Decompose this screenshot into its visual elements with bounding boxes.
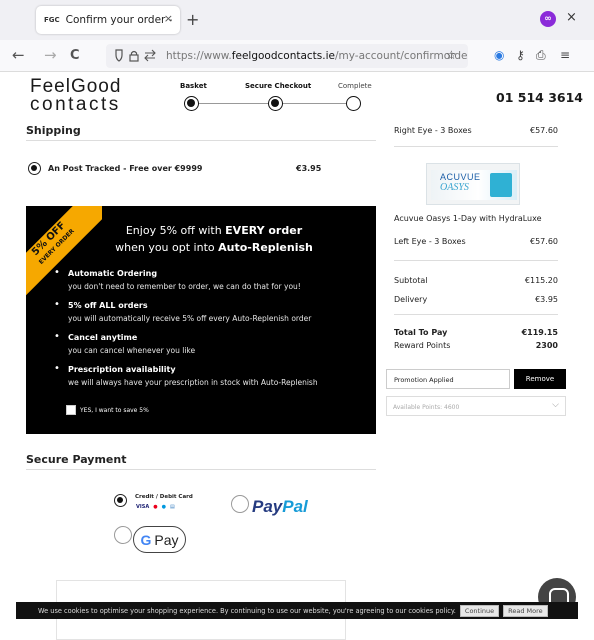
total-row: Total To Pay €119.15 xyxy=(394,328,558,337)
delivery-row: Delivery €3.95 xyxy=(394,295,558,304)
visa-icon: VISA xyxy=(136,504,150,510)
divider xyxy=(26,469,376,470)
benefits-list: Automatic Orderingyou don't need to reme… xyxy=(54,267,369,396)
extension-icon[interactable]: ∞ xyxy=(540,11,556,27)
site-header: FeelGood contacts Basket Secure Checkout… xyxy=(0,72,594,124)
paypal-radio[interactable] xyxy=(231,495,249,513)
url-bar[interactable]: https://www. feelgoodcontacts.ie/my-accou… xyxy=(106,44,468,68)
list-item: Prescription availabilitywe will always … xyxy=(54,363,369,389)
divider xyxy=(394,314,558,315)
optin-checkbox[interactable] xyxy=(66,405,76,415)
reward-points-row: Reward Points 2300 xyxy=(394,341,558,350)
product-image: ACUVUE OASYS xyxy=(426,163,520,205)
remove-promo-button[interactable]: Remove xyxy=(514,369,566,389)
shipping-option[interactable]: An Post Tracked - Free over €9999 €3.95 xyxy=(28,162,348,176)
share-icon[interactable]: ⎙ xyxy=(536,48,546,63)
product-name: Acuvue Oasys 1-Day with HydraLuxe xyxy=(394,214,542,223)
cookie-read-more-button[interactable]: Read More xyxy=(503,604,548,617)
shield-lock-icon[interactable] xyxy=(114,49,160,65)
right-eye-row: Right Eye - 3 Boxes €57.60 xyxy=(394,126,558,135)
window-close-icon[interactable]: × xyxy=(566,10,577,25)
url-scheme: https://www. xyxy=(166,50,232,62)
optin-label: YES, I want to save 5% xyxy=(80,406,149,414)
divider xyxy=(394,260,558,261)
auto-replenish-optin[interactable]: YES, I want to save 5% xyxy=(66,405,149,415)
checkout-progress: Basket Secure Checkout Complete xyxy=(168,80,388,124)
shipping-option-label: An Post Tracked - Free over €9999 xyxy=(48,164,203,173)
mastercard-icon: ● xyxy=(153,504,158,510)
site-favicon-icon: FGC xyxy=(44,16,60,24)
feelgood-logo[interactable]: FeelGood contacts xyxy=(30,77,121,115)
extensions-icon[interactable]: ⚷ xyxy=(516,48,525,62)
browser-tab[interactable]: FGC Confirm your order - Feel × xyxy=(36,6,180,34)
list-item: 5% off ALL ordersyou will automatically … xyxy=(54,299,369,325)
promo-subheadline: when you opt into Auto-Replenish xyxy=(115,241,313,254)
divider xyxy=(394,146,558,147)
shipping-title: Shipping xyxy=(26,124,81,137)
bookmark-star-icon[interactable]: ☆ xyxy=(446,48,457,62)
cookie-continue-button[interactable]: Continue xyxy=(459,604,500,617)
shipping-option-price: €3.95 xyxy=(296,164,322,173)
auto-replenish-promo: 5% OFF EVERY ORDER Enjoy 5% off with EVE… xyxy=(26,206,376,434)
step-connector xyxy=(198,103,268,104)
step-dot-secure-checkout xyxy=(268,96,283,111)
step-label-secure-checkout: Secure Checkout xyxy=(245,82,312,90)
promo-headline: Enjoy 5% off with EVERY order xyxy=(125,224,303,237)
list-item: Automatic Orderingyou don't need to reme… xyxy=(54,267,369,293)
subtotal-row: Subtotal €115.20 xyxy=(394,276,558,285)
cookie-text: We use cookies to optimise your shopping… xyxy=(38,606,456,615)
tab-close-icon[interactable]: × xyxy=(164,12,173,25)
step-dot-basket xyxy=(184,96,199,111)
step-label-complete: Complete xyxy=(338,82,372,90)
google-g-icon: G xyxy=(140,531,152,548)
card-payment-label: Credit / Debit Card xyxy=(135,494,193,500)
gpay-radio[interactable] xyxy=(114,526,132,544)
cookie-banner: We use cookies to optimise your shopping… xyxy=(16,602,578,619)
left-eye-row: Left Eye - 3 Boxes €57.60 xyxy=(394,237,558,246)
shipping-radio[interactable] xyxy=(28,162,41,175)
maestro-icon: ● xyxy=(161,504,166,510)
card-radio[interactable] xyxy=(114,494,127,507)
back-arrow-icon[interactable]: ← xyxy=(12,46,25,64)
points-select[interactable]: Available Points: 4600 ⌵ xyxy=(386,396,566,416)
points-select-value: Available Points: 4600 xyxy=(393,404,460,411)
browser-nav-bar: ← → C https://www. feelgoodcontacts.ie/my… xyxy=(0,40,594,72)
step-label-basket: Basket xyxy=(180,82,207,90)
paypal-logo[interactable]: PayPal xyxy=(252,497,308,517)
logo-line2: contacts xyxy=(30,94,121,115)
new-tab-button[interactable]: + xyxy=(186,10,199,29)
step-connector xyxy=(282,103,346,104)
card-brands: VISA ● ● ▤ xyxy=(135,503,176,511)
phone-number[interactable]: 01 514 3614 xyxy=(496,90,583,105)
step-dot-complete xyxy=(346,96,361,111)
menu-icon[interactable]: ≡ xyxy=(560,48,570,62)
google-pay-logo[interactable]: G Pay xyxy=(133,526,186,553)
pocket-icon[interactable]: ◉ xyxy=(494,48,504,62)
url-host: feelgoodcontacts.ie xyxy=(231,50,335,62)
tab-title: Confirm your order - Feel xyxy=(65,14,174,26)
list-item: Cancel anytimeyou can cancel whenever yo… xyxy=(54,331,369,357)
reload-icon[interactable]: C xyxy=(70,48,80,63)
amex-icon: ▤ xyxy=(169,504,175,510)
forward-arrow-icon[interactable]: → xyxy=(44,46,57,64)
promo-code-field[interactable]: Promotion Applied xyxy=(386,369,510,389)
divider xyxy=(26,140,376,141)
browser-tab-bar: FGC Confirm your order - Feel × + ∞ × xyxy=(0,0,594,40)
chevron-down-icon: ⌵ xyxy=(552,400,559,410)
payment-title: Secure Payment xyxy=(26,453,127,466)
